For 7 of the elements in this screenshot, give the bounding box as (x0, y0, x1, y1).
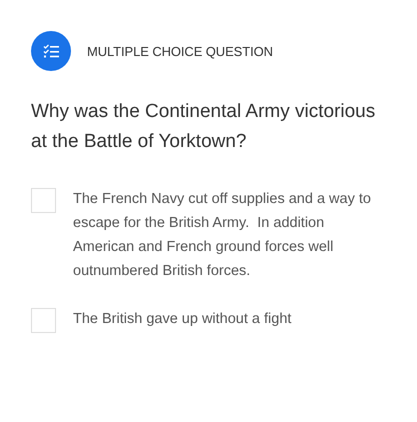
answer-checkbox[interactable] (31, 308, 56, 333)
question-text: Why was the Continental Army victorious at the Battle of Yorktown? (31, 100, 376, 154)
answer-option-text: The British gave up without a fight (73, 310, 292, 329)
checklist-icon (43, 44, 59, 58)
question-type-label: MULTIPLE CHOICE QUESTION (87, 44, 273, 58)
answer-option-text: The French Navy cut off supplies and a way to escape for the British Army. In addition American and French ground forces well outnumbered British forces. (73, 190, 372, 281)
answer-checkbox[interactable] (31, 188, 56, 213)
